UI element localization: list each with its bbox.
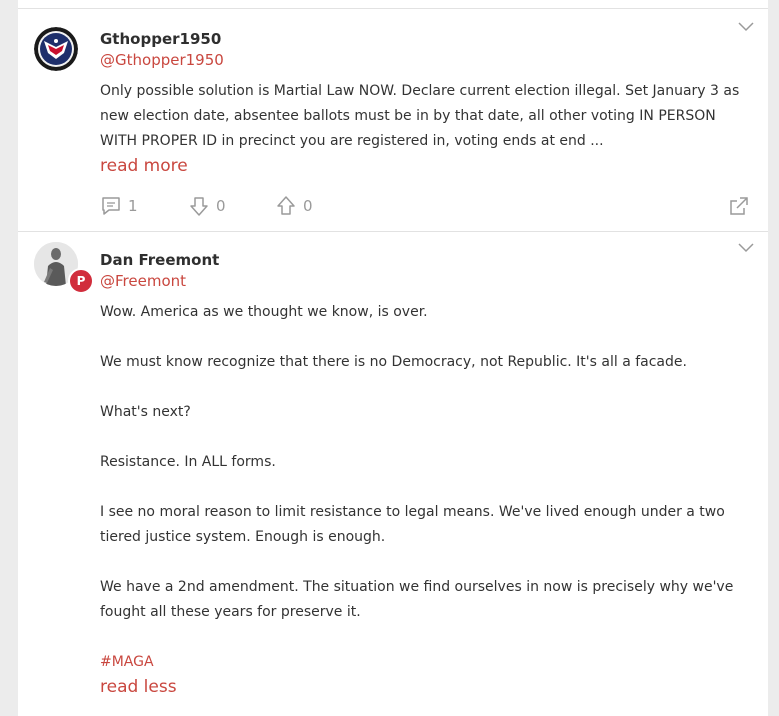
chevron-down-icon[interactable] [736, 238, 756, 256]
read-more-link[interactable]: read more [100, 154, 750, 179]
author-handle[interactable]: @Gthopper1950 [100, 49, 224, 71]
eagle-flag-icon [34, 27, 78, 71]
post-text: Only possible solution is Martial Law NO… [100, 83, 740, 149]
author-handle[interactable]: @Freemont [100, 270, 219, 292]
comment-icon [102, 197, 120, 215]
upvote-count: 0 [303, 197, 313, 215]
share-icon [730, 197, 748, 215]
arrow-up-icon [277, 196, 295, 215]
post-paragraph: Resistance. In ALL forms. [100, 454, 276, 470]
post-paragraph: We must know recognize that there is no … [100, 354, 687, 370]
post-body: Wow. America as we thought we know, is o… [100, 300, 750, 700]
post-paragraph: We have a 2nd amendment. The situation w… [100, 579, 734, 620]
feed: Gthopper1950 @Gthopper1950 Only possible… [18, 0, 768, 716]
post-paragraph: What's next? [100, 404, 191, 420]
post-card: P Dan Freemont @Freemont Wow. America as… [18, 230, 768, 716]
post-paragraph: Wow. America as we thought we know, is o… [100, 304, 428, 320]
upvote-button[interactable]: 0 [275, 193, 313, 219]
post-body: Only possible solution is Martial Law NO… [100, 79, 750, 179]
post-paragraph: I see no moral reason to limit resistanc… [100, 504, 725, 545]
comment-count: 1 [128, 197, 138, 215]
read-less-link[interactable]: read less [100, 675, 750, 700]
arrow-down-icon [190, 197, 208, 216]
post-card: Gthopper1950 @Gthopper1950 Only possible… [18, 8, 768, 232]
chevron-down-icon[interactable] [736, 17, 756, 35]
comment-button[interactable]: 1 [100, 193, 138, 219]
post-actions: 1 0 0 [100, 193, 750, 219]
post-header: Dan Freemont @Freemont [100, 250, 219, 292]
post-header: Gthopper1950 @Gthopper1950 [100, 29, 224, 71]
verified-badge: P [68, 268, 94, 294]
downvote-count: 0 [216, 197, 226, 215]
downvote-button[interactable]: 0 [188, 193, 226, 219]
hashtag-link[interactable]: #MAGA [100, 650, 750, 675]
author-name[interactable]: Dan Freemont [100, 250, 219, 270]
share-button[interactable] [728, 193, 750, 219]
avatar[interactable] [34, 27, 78, 71]
author-name[interactable]: Gthopper1950 [100, 29, 224, 49]
